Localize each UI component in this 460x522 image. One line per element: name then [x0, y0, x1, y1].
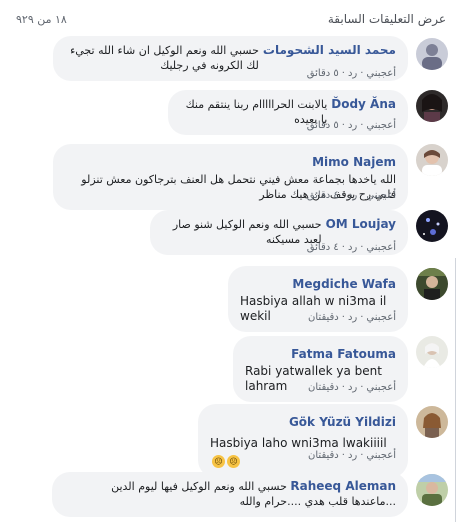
comment-actions: أعجبني·رد·دقيقتان: [308, 450, 396, 461]
separator: ·: [341, 120, 345, 131]
sad-face-emoji-icon: ☹: [212, 455, 225, 468]
comment-author[interactable]: Fatma Fatouma: [291, 347, 396, 361]
separator: ·: [360, 120, 364, 131]
comment-text: حسبي الله ونعم الوكيل شنو صار لعبد مسيكن…: [172, 218, 322, 246]
like-button[interactable]: أعجبني: [366, 450, 396, 461]
comment-time[interactable]: ٥ دقائق: [307, 68, 339, 79]
comment-time[interactable]: دقيقتان: [308, 382, 339, 393]
reply-button[interactable]: رد: [348, 450, 357, 461]
comment-author-line: Mimo Najem: [65, 151, 396, 170]
avatar[interactable]: [416, 268, 448, 300]
comment-time[interactable]: ٥ دقائق: [307, 120, 339, 131]
comment-text: يالابنت الحرااااام ربنا ينتقم منك يا بعي…: [185, 98, 328, 126]
comment-actions: أعجبني·رد·٤ دقائق: [307, 190, 396, 201]
comment-author[interactable]: محمد السيد الشحومات: [263, 43, 396, 57]
comment-time[interactable]: ٤ دقائق: [307, 242, 339, 253]
comment-count: ١٨ من ٩٢٩: [16, 12, 67, 26]
comment-author-line: Gök Yüzü Yildizi: [210, 411, 396, 430]
comment-text: Hasbiya laho wni3ma lwakiiiil: [210, 436, 387, 450]
comment-author[interactable]: Raheeq Aleman: [290, 479, 396, 493]
avatar[interactable]: [416, 38, 448, 70]
separator: ·: [360, 312, 364, 323]
comment-text-line: Raheeq Aleman حسبي الله ونعم الوكيل فيها…: [64, 479, 396, 509]
comment-actions: أعجبني·رد·٥ دقائق: [307, 120, 396, 131]
like-button[interactable]: أعجبني: [366, 242, 396, 253]
avatar[interactable]: [416, 144, 448, 176]
comment-bubble: Gök Yüzü Yildizi Hasbiya laho wni3ma lwa…: [198, 404, 408, 478]
comment-author[interactable]: Gök Yüzü Yildizi: [289, 415, 396, 429]
avatar[interactable]: [416, 90, 448, 122]
comment-text: حسبي الله ونعم الوكيل ان شاء الله تجيء ل…: [70, 44, 259, 72]
comment-time[interactable]: ٤ دقائق: [307, 190, 339, 201]
comments-panel: عرض التعليقات السابقة ١٨ من ٩٢٩ محمد الس…: [0, 0, 460, 522]
reply-button[interactable]: رد: [348, 312, 357, 323]
reply-button[interactable]: رد: [348, 190, 357, 201]
comment-author[interactable]: Ďody Ăna: [331, 97, 396, 111]
separator: ·: [360, 68, 364, 79]
reply-button[interactable]: رد: [348, 242, 357, 253]
comment-actions: أعجبني·رد·٤ دقائق: [307, 242, 396, 253]
comment-actions: أعجبني·رد·دقيقتان: [308, 312, 396, 323]
separator: ·: [360, 382, 364, 393]
separator: ·: [341, 450, 345, 461]
comment-author-line: Fatma Fatouma: [245, 343, 396, 362]
avatar[interactable]: [416, 336, 448, 368]
comment-author[interactable]: Mimo Najem: [312, 155, 396, 169]
separator: ·: [360, 450, 364, 461]
like-button[interactable]: أعجبني: [366, 190, 396, 201]
reply-button[interactable]: رد: [348, 382, 357, 393]
avatar[interactable]: [416, 474, 448, 506]
avatar[interactable]: [416, 210, 448, 242]
comment-author[interactable]: Megdiche Wafa: [292, 277, 396, 291]
separator: ·: [341, 242, 345, 253]
reply-button[interactable]: رد: [348, 68, 357, 79]
view-previous-comments-link[interactable]: عرض التعليقات السابقة: [328, 12, 446, 26]
comments-header: عرض التعليقات السابقة ١٨ من ٩٢٩: [0, 4, 460, 34]
avatar[interactable]: [416, 406, 448, 438]
comment-time[interactable]: دقيقتان: [308, 450, 339, 461]
reply-button[interactable]: رد: [348, 120, 357, 131]
separator: ·: [360, 190, 364, 201]
comment-bubble: Raheeq Aleman حسبي الله ونعم الوكيل فيها…: [52, 472, 408, 517]
comment-actions: أعجبني·رد·٥ دقائق: [307, 68, 396, 79]
comment-time[interactable]: دقيقتان: [308, 312, 339, 323]
separator: ·: [341, 190, 345, 201]
like-button[interactable]: أعجبني: [366, 68, 396, 79]
like-button[interactable]: أعجبني: [366, 382, 396, 393]
separator: ·: [341, 312, 345, 323]
like-button[interactable]: أعجبني: [366, 312, 396, 323]
separator: ·: [341, 68, 345, 79]
comment-author-line: Megdiche Wafa: [240, 273, 396, 292]
comment-actions: أعجبني·رد·دقيقتان: [308, 382, 396, 393]
crying-face-emoji-icon: ☹: [227, 455, 240, 468]
separator: ·: [360, 242, 364, 253]
comment-author[interactable]: OM Loujay: [326, 217, 396, 231]
separator: ·: [341, 382, 345, 393]
like-button[interactable]: أعجبني: [366, 120, 396, 131]
reply-thread-line: [455, 258, 456, 522]
